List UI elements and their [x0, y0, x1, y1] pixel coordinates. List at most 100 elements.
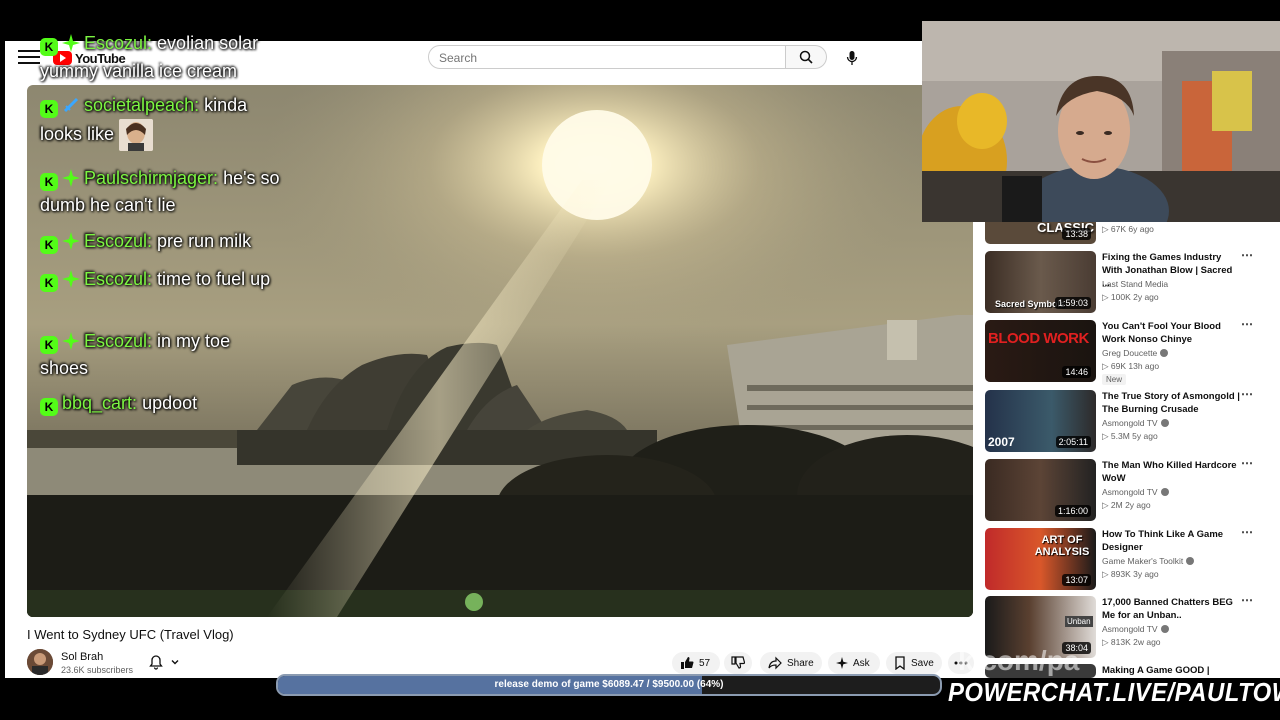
video-title: I Went to Sydney UFC (Travel Vlog): [27, 627, 234, 642]
play-icon: ▷: [1102, 431, 1111, 441]
kick-badge-icon: K: [40, 38, 58, 56]
microphone-icon: [846, 51, 858, 65]
chat-message: Kbbq_cart: updoot: [40, 390, 280, 417]
channel-name[interactable]: Asmongold TV: [1102, 624, 1169, 634]
chat-username: Escozul:: [84, 269, 153, 289]
ask-label: Ask: [853, 657, 870, 669]
chat-text: updoot: [142, 393, 198, 413]
sparkle-badge-icon: [62, 34, 80, 52]
chat-message: K Escozul: pre run milk: [40, 228, 280, 255]
search-box[interactable]: [428, 45, 786, 70]
chat-text: yummy vanilla ice cream: [40, 61, 238, 81]
new-badge: New: [1102, 374, 1127, 385]
play-icon: ▷: [1102, 637, 1111, 647]
chat-username: Escozul:: [84, 331, 153, 351]
verified-icon: [1160, 625, 1169, 633]
video-title[interactable]: Making A Game GOOD |: [1102, 664, 1242, 677]
chat-message: K Escozul: in my toe shoes: [40, 328, 280, 382]
share-button[interactable]: Share: [760, 652, 822, 674]
webcam-image: [922, 21, 1280, 222]
video-title[interactable]: The Man Who Killed Hardcore WoW: [1102, 459, 1242, 485]
menu-button[interactable]: [18, 50, 40, 66]
play-icon: ▷: [1102, 569, 1111, 579]
thumbnail-text: ART OF ANALYSIS: [1034, 534, 1090, 558]
chat-text: evolian solar: [157, 33, 259, 53]
verified-icon: [1160, 488, 1169, 496]
video-thumbnail[interactable]: Sacred Symbols 1:59:03: [985, 251, 1096, 313]
video-duration: 2:05:11: [1055, 436, 1091, 448]
webcam-feed: [922, 21, 1280, 222]
thumbs-up-icon: [681, 657, 694, 669]
save-button[interactable]: Save: [886, 652, 942, 674]
channel-name[interactable]: Sol Brah: [61, 651, 103, 663]
more-options-button[interactable]: ⋯: [1241, 457, 1253, 469]
more-options-button[interactable]: ⋯: [1241, 594, 1253, 606]
video-meta: ▷ 5.3M 5y ago: [1102, 431, 1158, 441]
search-icon: [799, 50, 813, 64]
play-icon: ▷: [1102, 224, 1111, 234]
recommendation-item[interactable]: ART OF ANALYSIS 13:07 How To Think Like …: [985, 526, 1270, 590]
chevron-down-icon: [171, 660, 179, 665]
recommendation-item[interactable]: Sacred Symbols 1:59:03 Fixing the Games …: [985, 249, 1270, 313]
sparkle-badge-icon: [62, 270, 80, 288]
video-thumbnail[interactable]: ART OF ANALYSIS 13:07: [985, 528, 1096, 590]
chat-message: Ksocietalpeach: kinda looks like: [40, 92, 280, 151]
video-meta: ▷ 893K 3y ago: [1102, 569, 1159, 579]
promo-text: POWERCHAT.LIVE/PAULTOWN: [948, 677, 1280, 707]
video-title[interactable]: The True Story of Asmongold | The Burnin…: [1102, 390, 1242, 416]
chat-username: Escozul:: [84, 33, 153, 53]
recommendation-item[interactable]: CLASSIC 13:38 ▷ 67K 6y ago: [985, 200, 1270, 244]
chat-message: K Escozul: evolian solar: [40, 30, 280, 57]
kick-badge-icon: K: [40, 336, 58, 354]
subscribe-bell-button[interactable]: [148, 652, 188, 672]
recommendation-item[interactable]: BLOOD WORK 14:46 You Can't Fool Your Blo…: [985, 318, 1270, 385]
channel-name[interactable]: Last Stand Media: [1102, 279, 1168, 289]
subscriber-count: 23.6K subscribers: [61, 665, 134, 675]
kick-badge-icon: K: [40, 274, 58, 292]
video-thumbnail[interactable]: 2007 2:05:11: [985, 390, 1096, 452]
like-button[interactable]: 57: [672, 652, 720, 674]
search-input[interactable]: [429, 46, 779, 70]
more-options-button[interactable]: ⋯: [1241, 388, 1253, 400]
video-thumbnail[interactable]: 1:16:00: [985, 459, 1096, 521]
verified-icon: [1160, 349, 1169, 357]
channel-name[interactable]: Game Maker's Toolkit: [1102, 556, 1195, 566]
thumbnail-text: 2007: [988, 435, 1015, 449]
save-label: Save: [911, 657, 934, 669]
play-icon: ▷: [1102, 361, 1111, 371]
chat-username: bbq_cart:: [62, 393, 138, 413]
video-title[interactable]: How To Think Like A Game Designer: [1102, 528, 1242, 554]
video-meta: ▷ 813K 2w ago: [1102, 637, 1161, 647]
voice-search-button[interactable]: [840, 46, 864, 70]
chat-text: pre run milk: [157, 231, 252, 251]
video-meta: ▷ 100K 2y ago: [1102, 292, 1159, 302]
channel-name[interactable]: Greg Doucette: [1102, 348, 1169, 358]
share-label: Share: [787, 657, 814, 669]
video-thumbnail[interactable]: BLOOD WORK 14:46: [985, 320, 1096, 382]
more-options-button[interactable]: ⋯: [1241, 249, 1253, 261]
ask-button[interactable]: Ask: [828, 652, 880, 674]
recommendation-item[interactable]: 2007 2:05:11 The True Story of Asmongold…: [985, 388, 1270, 452]
play-icon: ▷: [1102, 292, 1111, 302]
video-title[interactable]: You Can't Fool Your Blood Work Nonso Chi…: [1102, 320, 1242, 346]
more-options-button[interactable]: ⋯: [1241, 318, 1253, 330]
chat-message: yummy vanilla ice cream: [40, 58, 280, 85]
search-button[interactable]: [786, 45, 827, 69]
video-duration: 13:07: [1062, 574, 1091, 586]
more-options-button[interactable]: ⋯: [1241, 526, 1253, 538]
channel-name[interactable]: Asmongold TV: [1102, 487, 1169, 497]
dislike-button[interactable]: [724, 652, 752, 674]
channel-name[interactable]: Asmongold TV: [1102, 418, 1169, 428]
sword-badge-icon: [63, 97, 79, 113]
face-emote-icon: [119, 119, 154, 151]
thumbnail-text: Unban: [1065, 616, 1093, 627]
sparkle-badge-icon: [62, 169, 80, 187]
like-count: 57: [699, 657, 711, 669]
recommendation-item[interactable]: 1:16:00 The Man Who Killed Hardcore WoW …: [985, 457, 1270, 521]
thumbs-down-icon: [731, 656, 745, 669]
stream-watermark: k.com/pa: [958, 645, 1080, 676]
channel-avatar[interactable]: [27, 649, 53, 675]
chat-text: time to fuel up: [157, 269, 271, 289]
video-title[interactable]: 17,000 Banned Chatters BEG Me for an Unb…: [1102, 596, 1242, 622]
video-meta: ▷ 67K 6y ago: [1102, 224, 1154, 234]
